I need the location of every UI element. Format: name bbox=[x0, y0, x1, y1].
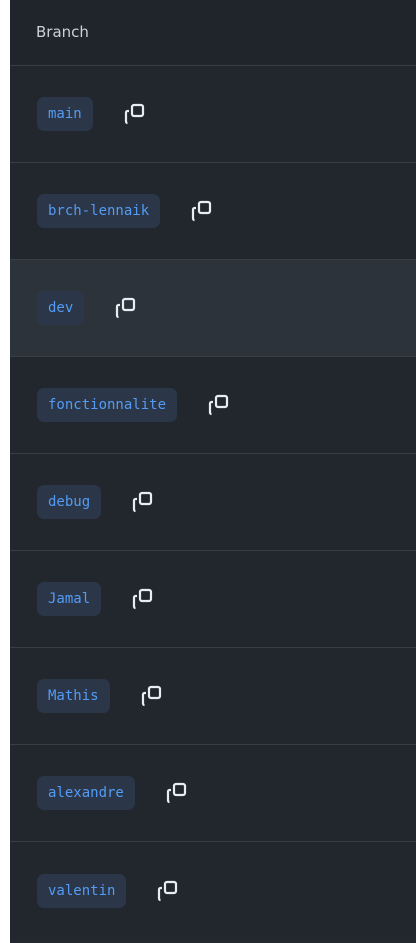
branch-row: fonctionnalite bbox=[10, 357, 416, 454]
branch-row: Mathis bbox=[10, 648, 416, 745]
copy-icon[interactable] bbox=[114, 296, 138, 320]
branch-name-chip: Mathis bbox=[37, 679, 110, 713]
branch-row: alexandre bbox=[10, 745, 416, 842]
copy-icon[interactable] bbox=[131, 490, 155, 514]
copy-icon[interactable] bbox=[131, 587, 155, 611]
branch-row: Jamal bbox=[10, 551, 416, 648]
branch-name-chip: Jamal bbox=[37, 582, 102, 616]
branch-name-chip: alexandre bbox=[37, 776, 135, 810]
branch-panel: Branch main brch-lennaik dev fonctionnal… bbox=[10, 0, 416, 943]
copy-icon[interactable] bbox=[140, 684, 164, 708]
branch-name-chip: valentin bbox=[37, 873, 127, 908]
copy-icon[interactable] bbox=[123, 102, 147, 126]
branch-name-chip: main bbox=[37, 97, 93, 131]
branch-row: brch-lennaik bbox=[10, 163, 416, 260]
branch-row: dev bbox=[10, 260, 416, 357]
branch-header-label: Branch bbox=[36, 23, 89, 41]
branch-row: main bbox=[10, 66, 416, 163]
branch-name-chip: debug bbox=[37, 485, 102, 519]
copy-icon[interactable] bbox=[165, 781, 189, 805]
branch-name-chip: dev bbox=[37, 291, 85, 325]
copy-icon[interactable] bbox=[156, 879, 180, 903]
branch-list: main brch-lennaik dev fonctionnalite deb… bbox=[10, 66, 416, 939]
branch-name-chip: brch-lennaik bbox=[37, 194, 161, 228]
copy-icon[interactable] bbox=[190, 199, 214, 223]
branch-column-header: Branch bbox=[10, 0, 416, 66]
branch-name-chip: fonctionnalite bbox=[37, 388, 178, 422]
copy-icon[interactable] bbox=[207, 393, 231, 417]
branch-row: valentin bbox=[10, 842, 416, 939]
branch-row: debug bbox=[10, 454, 416, 551]
